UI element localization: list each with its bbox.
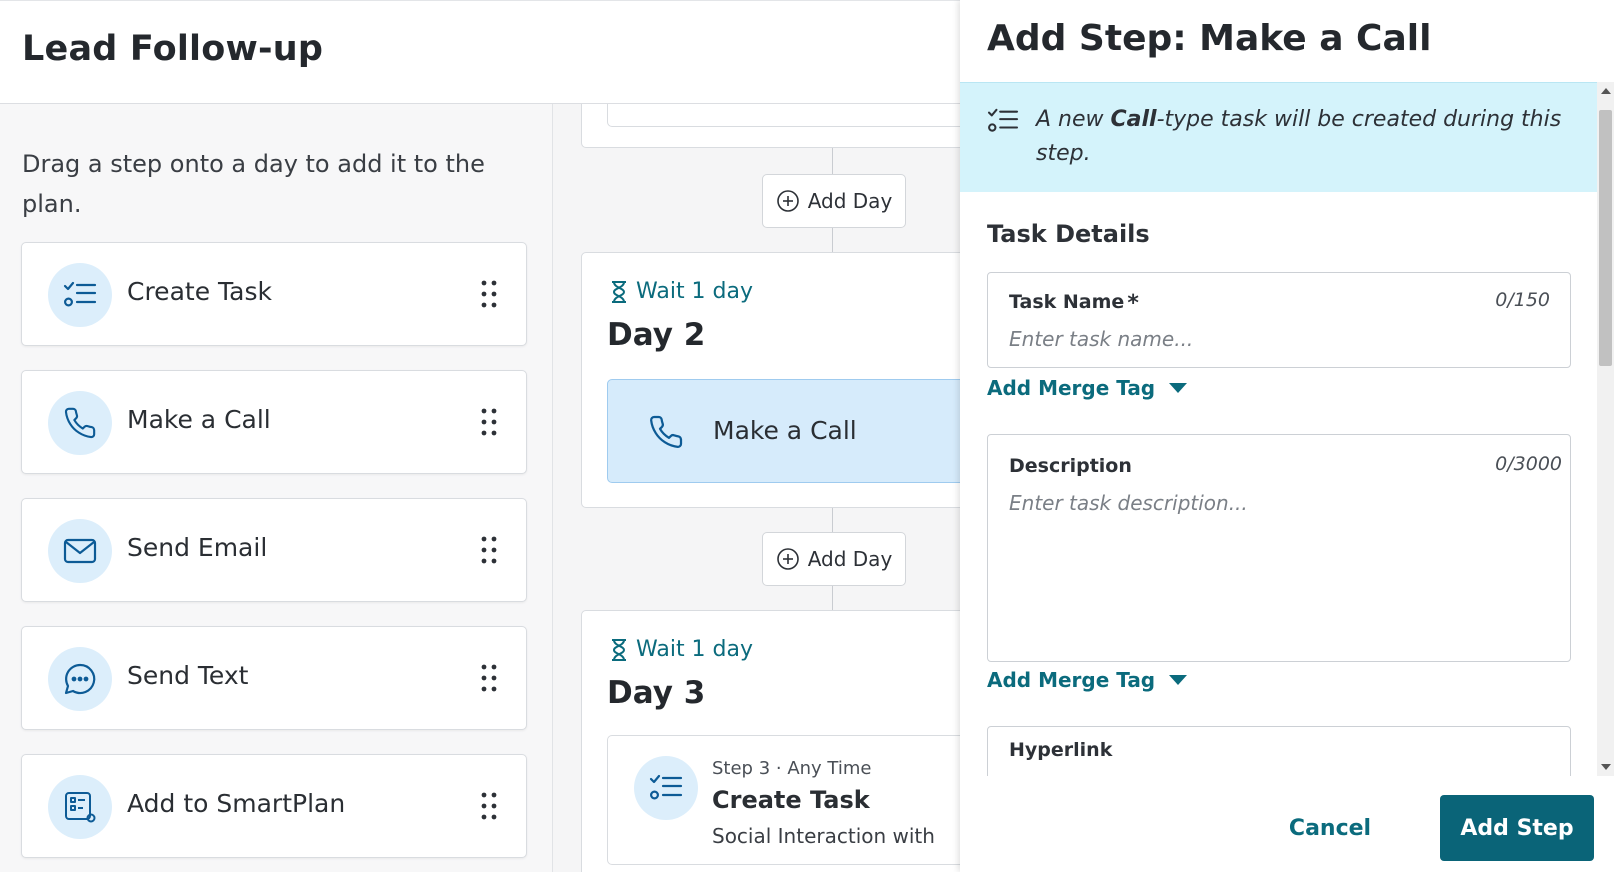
add-day-label: Add Day: [807, 547, 893, 571]
scrollbar-thumb[interactable]: [1599, 110, 1612, 366]
description-textarea[interactable]: [1009, 491, 1549, 641]
day-card-3: Wait 1 day Day 3 Step 3 · Any Time Creat…: [581, 610, 960, 872]
palette-item-send-email[interactable]: Send Email: [21, 498, 527, 602]
drag-handle-icon[interactable]: [480, 791, 498, 821]
task-name-counter: 0/150: [1495, 289, 1550, 311]
day-1-step: [607, 104, 960, 127]
task-list-icon: [987, 108, 1019, 132]
hyperlink-label: Hyperlink: [1009, 739, 1113, 761]
description-label: Description: [1009, 455, 1132, 477]
palette-item-label: Make a Call: [127, 405, 271, 434]
drag-handle-icon[interactable]: [480, 663, 498, 693]
scroll-up-icon[interactable]: [1601, 88, 1611, 94]
task-name-label: Task Name *: [1009, 291, 1139, 316]
app-header: Lead Follow-up: [0, 0, 960, 104]
task-list-icon: [48, 263, 112, 327]
add-day-button[interactable]: Add Day: [762, 174, 906, 228]
add-merge-tag-dropdown[interactable]: Add Merge Tag: [987, 376, 1188, 400]
phone-icon: [650, 415, 683, 448]
section-title: Task Details: [987, 220, 1150, 248]
drag-handle-icon[interactable]: [480, 535, 498, 565]
add-day-label: Add Day: [807, 189, 893, 213]
day-title: Day 2: [607, 317, 706, 353]
plus-circle-icon: [776, 548, 799, 570]
panel-footer: Cancel Add Step: [960, 776, 1614, 872]
day-title: Day 3: [607, 675, 706, 711]
description-counter: 0/3000: [1495, 453, 1562, 475]
caret-down-icon: [1169, 675, 1188, 685]
plus-circle-icon: [776, 190, 799, 212]
connector-line: [832, 586, 833, 610]
drag-handle-icon[interactable]: [480, 279, 498, 309]
palette-item-send-text[interactable]: Send Text: [21, 626, 527, 730]
add-step-button[interactable]: Add Step: [1440, 795, 1594, 861]
palette-item-label: Send Email: [127, 533, 268, 562]
hyperlink-field: Hyperlink: [987, 726, 1571, 776]
wait-duration: Wait 1 day: [610, 637, 753, 662]
info-banner: A new Call-type task will be created dur…: [960, 82, 1597, 192]
step-subtitle: Social Interaction with: [712, 824, 935, 848]
day-card-2: Wait 1 day Day 2 Make a Call: [581, 252, 960, 508]
scroll-down-icon[interactable]: [1601, 764, 1611, 770]
panel-title: Add Step: Make a Call: [987, 18, 1432, 59]
caret-down-icon: [1169, 383, 1188, 393]
task-list-icon: [634, 756, 698, 820]
plan-step-create-task[interactable]: Step 3 · Any Time Create Task Social Int…: [607, 735, 960, 865]
phone-icon: [48, 391, 112, 455]
palette-item-label: Send Text: [127, 661, 249, 690]
palette-item-add-to-smartplan[interactable]: Add to SmartPlan: [21, 754, 527, 858]
task-name-input[interactable]: [1009, 327, 1549, 351]
placed-step-label: Make a Call: [713, 416, 857, 445]
panel-scroll-area[interactable]: A new Call-type task will be created dur…: [960, 82, 1614, 776]
hourglass-icon: [612, 280, 626, 303]
panel-scrollbar[interactable]: [1597, 82, 1614, 776]
palette-hint: Drag a step onto a day to add it to the …: [22, 150, 485, 218]
envelope-icon: [48, 519, 112, 583]
banner-text: A new Call-type task will be created dur…: [1036, 107, 1562, 166]
drag-handle-icon[interactable]: [480, 407, 498, 437]
wait-duration: Wait 1 day: [610, 279, 753, 304]
connector-line: [832, 508, 833, 532]
step-meta: Step 3 · Any Time: [712, 758, 872, 779]
step-palette: Drag a step onto a day to add it to the …: [0, 104, 553, 872]
plan-canvas: Add Day Wait 1 day Day 2 Make a Call Add…: [553, 104, 960, 872]
chat-bubble-icon: [48, 647, 112, 711]
palette-item-make-a-call[interactable]: Make a Call: [21, 370, 527, 474]
hourglass-icon: [612, 638, 626, 661]
step-title: Create Task: [712, 786, 870, 814]
description-field: Description 0/3000: [987, 434, 1571, 662]
connector-line: [832, 228, 833, 252]
palette-item-label: Add to SmartPlan: [127, 789, 346, 818]
cancel-button[interactable]: Cancel: [1272, 796, 1388, 860]
add-merge-tag-dropdown[interactable]: Add Merge Tag: [987, 668, 1188, 692]
palette-item-create-task[interactable]: Create Task: [21, 242, 527, 346]
page-title: Lead Follow-up: [22, 29, 324, 69]
smartplan-icon: [48, 775, 112, 839]
add-step-panel: Add Step: Make a Call A new Call-type ta…: [960, 0, 1614, 872]
day-card-1: [581, 104, 960, 148]
placed-step-make-a-call[interactable]: Make a Call: [607, 379, 960, 483]
palette-item-label: Create Task: [127, 277, 272, 306]
task-name-field: Task Name * 0/150: [987, 272, 1571, 368]
add-day-button[interactable]: Add Day: [762, 532, 906, 586]
